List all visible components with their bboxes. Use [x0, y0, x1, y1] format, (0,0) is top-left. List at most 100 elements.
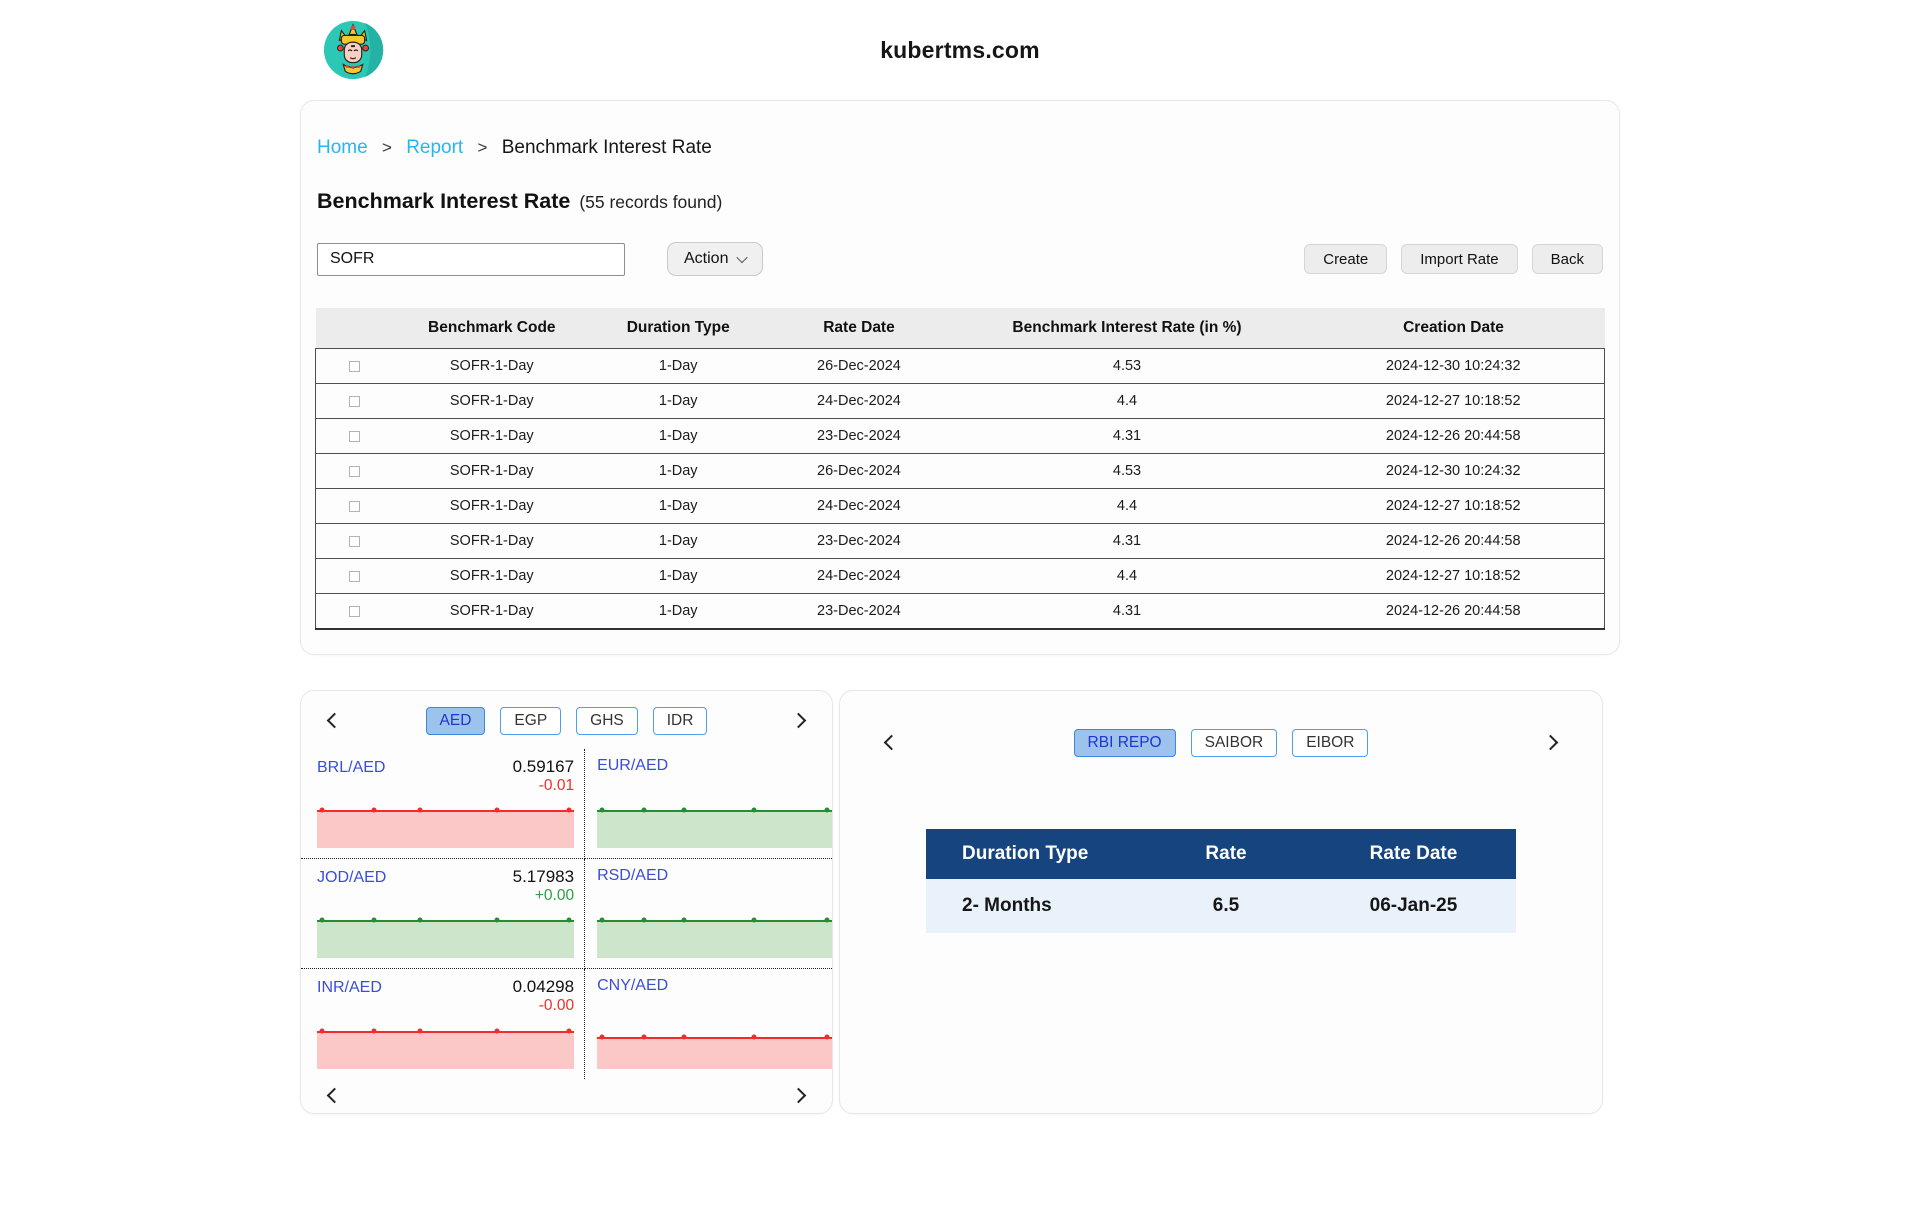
cell-rate-date: 24-Dec-2024 — [766, 384, 951, 419]
pair-value: 0.04298 — [513, 977, 574, 997]
fx-prev-button[interactable] — [325, 710, 344, 733]
pair-change: -0.01 — [317, 777, 574, 800]
row-checkbox[interactable] — [349, 361, 360, 372]
cell-benchmark-code: SOFR-1-Day — [394, 559, 590, 594]
table-row: SOFR-1-Day 1-Day 24-Dec-2024 4.4 2024-12… — [316, 489, 1605, 524]
tab-eibor[interactable]: EIBOR — [1292, 729, 1368, 757]
tab-egp[interactable]: EGP — [500, 707, 561, 735]
cell-rate: 4.4 — [952, 489, 1303, 524]
cell-rate-date: 23-Dec-2024 — [766, 594, 951, 630]
cell-creation-date: 2024-12-26 20:44:58 — [1302, 419, 1604, 454]
benchmark-report-card: Home > Report > Benchmark Interest Rate … — [300, 100, 1620, 655]
sparkline-chart — [317, 804, 574, 848]
row-checkbox[interactable] — [349, 396, 360, 407]
cell-rate-date: 23-Dec-2024 — [766, 419, 951, 454]
page-title: Benchmark Interest Rate — [317, 189, 570, 214]
chevron-right-icon — [791, 1088, 807, 1104]
breadcrumb-current: Benchmark Interest Rate — [502, 137, 712, 158]
header-duration-type: Duration Type — [590, 308, 766, 349]
rates-table-header: Benchmark Code Duration Type Rate Date B… — [316, 308, 1605, 349]
breadcrumb-report-link[interactable]: Report — [406, 137, 463, 158]
chevron-right-icon — [791, 712, 807, 728]
fx-panel-bottom — [301, 1079, 832, 1122]
sparkline-chart — [597, 804, 832, 848]
bottom-panels: AED EGP GHS IDR BRL/AED 0.59167 -0.01 — [300, 690, 1620, 1114]
header-benchmark-rate: Benchmark Interest Rate (in %) — [952, 308, 1303, 349]
bm-header-duration-type: Duration Type — [926, 829, 1141, 879]
create-button[interactable]: Create — [1304, 244, 1387, 274]
cell-benchmark-code: SOFR-1-Day — [394, 384, 590, 419]
fx-tile-cny-aed[interactable]: CNY/AED — [585, 969, 832, 1079]
bm-cell-rate: 6.5 — [1141, 879, 1311, 933]
pair-change — [597, 885, 832, 908]
cell-creation-date: 2024-12-27 10:18:52 — [1302, 559, 1604, 594]
row-checkbox[interactable] — [349, 431, 360, 442]
cell-duration-type: 1-Day — [590, 419, 766, 454]
row-checkbox[interactable] — [349, 501, 360, 512]
fx-next-button-bottom[interactable] — [789, 1085, 808, 1108]
tab-rbi-repo[interactable]: RBI REPO — [1074, 729, 1176, 757]
chevron-right-icon — [1543, 734, 1559, 750]
pair-label: INR/AED — [317, 979, 382, 997]
tab-idr[interactable]: IDR — [653, 707, 708, 735]
fx-tile-eur-aed[interactable]: EUR/AED — [585, 749, 832, 859]
header-benchmark-code: Benchmark Code — [394, 308, 590, 349]
benchmark-prev-button[interactable] — [882, 732, 901, 755]
sparkline-chart — [317, 1025, 574, 1069]
cell-rate-date: 24-Dec-2024 — [766, 559, 951, 594]
pair-change: +0.00 — [317, 887, 574, 910]
fx-tile-brl-aed[interactable]: BRL/AED 0.59167 -0.01 — [301, 749, 585, 859]
pair-change — [597, 775, 832, 798]
table-row: SOFR-1-Day 1-Day 23-Dec-2024 4.31 2024-1… — [316, 594, 1605, 630]
benchmark-next-button[interactable] — [1541, 732, 1560, 755]
import-rate-button[interactable]: Import Rate — [1401, 244, 1517, 274]
row-checkbox[interactable] — [349, 606, 360, 617]
bm-header-rate-date: Rate Date — [1311, 829, 1516, 879]
header-creation-date: Creation Date — [1302, 308, 1604, 349]
fx-tile-inr-aed[interactable]: INR/AED 0.04298 -0.00 — [301, 969, 585, 1079]
header-rate-date: Rate Date — [766, 308, 951, 349]
cell-creation-date: 2024-12-30 10:24:32 — [1302, 454, 1604, 489]
cell-rate: 4.31 — [952, 524, 1303, 559]
fx-panel-top: AED EGP GHS IDR — [301, 691, 832, 743]
fx-next-button[interactable] — [789, 710, 808, 733]
benchmark-rates-panel: RBI REPO SAIBOR EIBOR Duration Type Rate… — [839, 690, 1603, 1114]
fx-tile-jod-aed[interactable]: JOD/AED 5.17983 +0.00 — [301, 859, 585, 969]
sparkline-chart — [597, 914, 832, 958]
rates-table: Benchmark Code Duration Type Rate Date B… — [315, 308, 1605, 630]
tab-saibor[interactable]: SAIBOR — [1191, 729, 1278, 757]
cell-benchmark-code: SOFR-1-Day — [394, 489, 590, 524]
tab-aed[interactable]: AED — [426, 707, 486, 735]
pair-label: JOD/AED — [317, 869, 386, 887]
pair-value: 5.17983 — [513, 867, 574, 887]
breadcrumb-home-link[interactable]: Home — [317, 137, 368, 158]
tab-ghs[interactable]: GHS — [576, 707, 638, 735]
fx-tiles-grid: BRL/AED 0.59167 -0.01 EUR/AED — [301, 749, 832, 1079]
fx-prev-button-bottom[interactable] — [325, 1085, 344, 1108]
action-dropdown[interactable]: Action — [667, 242, 763, 276]
pair-label: CNY/AED — [597, 977, 668, 995]
cell-duration-type: 1-Day — [590, 559, 766, 594]
row-checkbox[interactable] — [349, 571, 360, 582]
cell-rate: 4.4 — [952, 384, 1303, 419]
fx-currency-tabs: AED EGP GHS IDR — [344, 707, 789, 735]
pair-value: 0.59167 — [513, 757, 574, 777]
site-title: kubertms.com — [300, 37, 1620, 64]
pair-change: -0.00 — [317, 997, 574, 1020]
cell-rate-date: 26-Dec-2024 — [766, 454, 951, 489]
site-header: kubertms.com — [300, 0, 1620, 100]
back-button[interactable]: Back — [1532, 244, 1603, 274]
row-checkbox[interactable] — [349, 466, 360, 477]
row-checkbox[interactable] — [349, 536, 360, 547]
cell-rate-date: 24-Dec-2024 — [766, 489, 951, 524]
benchmark-table-row: 2- Months 6.5 06-Jan-25 — [926, 879, 1516, 933]
bm-header-rate: Rate — [1141, 829, 1311, 879]
cell-rate: 4.31 — [952, 419, 1303, 454]
fx-tile-rsd-aed[interactable]: RSD/AED — [585, 859, 832, 969]
cell-benchmark-code: SOFR-1-Day — [394, 419, 590, 454]
search-input[interactable] — [317, 243, 625, 276]
cell-creation-date: 2024-12-26 20:44:58 — [1302, 594, 1604, 630]
cell-creation-date: 2024-12-27 10:18:52 — [1302, 489, 1604, 524]
benchmark-tabs: RBI REPO SAIBOR EIBOR — [901, 729, 1541, 757]
cell-duration-type: 1-Day — [590, 489, 766, 524]
